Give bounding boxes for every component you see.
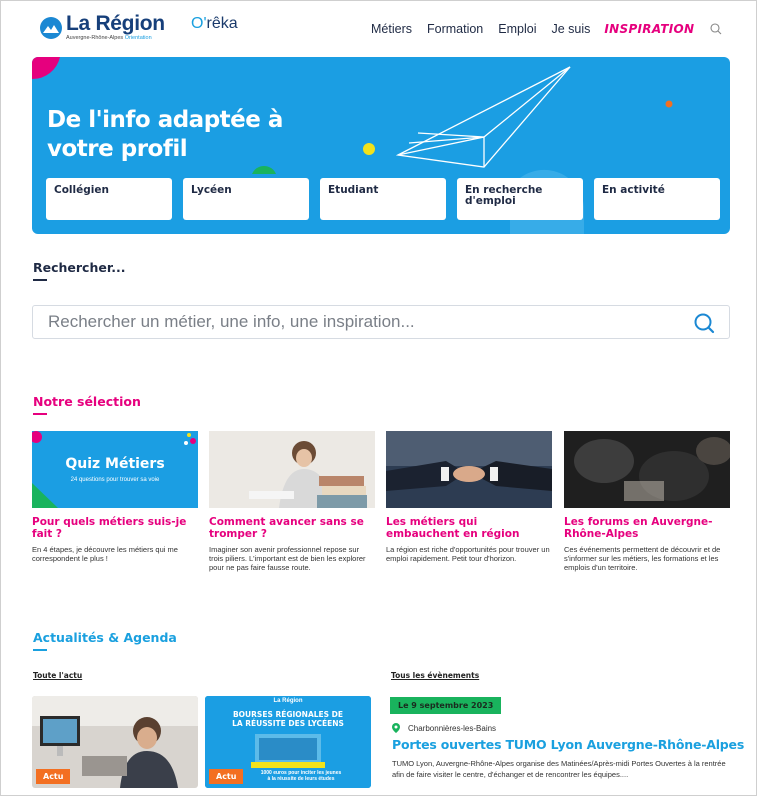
selection-card-quiz[interactable]: Quiz Métiers 24 questions pour trouver s… (32, 431, 198, 563)
poster-logo: La Région (273, 698, 303, 704)
search-title-underline (33, 279, 47, 281)
la-region-logo[interactable]: La Région Auvergne-Rhône-Alpes Orientati… (40, 12, 165, 42)
all-news-link[interactable]: Toute l'actu (33, 671, 82, 680)
all-events-link[interactable]: Tous les évènements (391, 671, 479, 680)
logo-title: La Région (66, 12, 165, 35)
selection-card-desc: En 4 étapes, je découvre les métiers qui… (32, 545, 178, 563)
event-location-text: Charbonnières-les-Bains (408, 723, 497, 733)
event-date-badge: Le 9 septembre 2023 (390, 697, 502, 714)
event-title[interactable]: Portes ouvertes TUMO Lyon Auvergne-Rhône… (392, 737, 744, 752)
poster-subtitle: 1000 euros pour inciter les jeunes à la … (260, 770, 342, 782)
quiz-subtitle: 24 questions pour trouver sa voie (70, 477, 160, 483)
selection-card-desc: La région est riche d'opportunités pour … (386, 545, 550, 563)
nav-inspiration[interactable]: INSPIRATION (604, 22, 694, 36)
selection-card-avancer[interactable]: Comment avancer sans se tromper ? Imagin… (209, 431, 375, 572)
profile-cards: Collégien Lycéen Etudiant En recherche d… (46, 178, 730, 220)
quiz-title: Quiz Métiers (65, 456, 165, 472)
news-card-bourses[interactable]: La Région BOURSES RÉGIONALES DE LA RÉUSS… (205, 696, 371, 788)
search-section-title: Rechercher... (33, 260, 126, 275)
selection-card-desc: Ces événements permettent de découvrir e… (564, 545, 721, 572)
nav-emploi[interactable]: Emploi (498, 22, 536, 36)
selection-card-desc: Imaginer son avenir professionnel repose… (209, 545, 366, 572)
selection-card-title: Les métiers qui embauchent en région (386, 516, 520, 540)
selection-card-title: Comment avancer sans se tromper ? (209, 516, 364, 540)
selection-title: Notre sélection (33, 394, 141, 409)
location-pin-icon (392, 723, 400, 733)
oreka-logo[interactable]: O'rêka (191, 15, 238, 33)
news-section-title: Actualités & Agenda (33, 630, 177, 645)
profile-en-activite[interactable]: En activité (594, 178, 720, 220)
search-box (32, 305, 730, 339)
nav-je-suis[interactable]: Je suis (551, 22, 590, 36)
logo-subtitle-accent: Orientation (124, 35, 152, 41)
selection-card-title: Pour quels métiers suis-je fait ? (32, 516, 187, 540)
logo-subtitle: Auvergne-Rhône-Alpes (66, 35, 124, 41)
nav-metiers[interactable]: Métiers (371, 22, 412, 36)
news-badge: Actu (209, 769, 244, 784)
selection-card-embauchent[interactable]: Les métiers qui embauchent en région La … (386, 431, 552, 563)
event-location: Charbonnières-les-Bains (392, 723, 496, 733)
search-submit-icon[interactable] (693, 312, 715, 334)
news-badge: Actu (36, 769, 71, 784)
hero-banner: De l'info adaptée à votre profil Collégi… (32, 57, 730, 234)
poster-title: BOURSES RÉGIONALES DE LA RÉUSSITE DES LY… (232, 710, 344, 728)
selection-card-forums[interactable]: Les forums en Auvergne-Rhône-Alpes Ces é… (564, 431, 730, 572)
logo-mountain-icon (40, 17, 62, 39)
hero-title: De l'info adaptée à votre profil (47, 107, 283, 162)
search-icon[interactable] (710, 23, 722, 35)
news-title-underline (33, 649, 47, 651)
news-card-computers[interactable]: Actu (32, 696, 198, 788)
search-input[interactable] (33, 306, 673, 338)
forum-audience-image (564, 431, 730, 508)
profile-en-recherche[interactable]: En recherche d'emploi (457, 178, 583, 220)
handshake-image (386, 431, 552, 508)
profile-etudiant[interactable]: Etudiant (320, 178, 446, 220)
site-header: La Région Auvergne-Rhône-Alpes Orientati… (0, 0, 757, 52)
nav-formation[interactable]: Formation (427, 22, 483, 36)
oreka-suffix: rêka (206, 15, 238, 32)
profile-collegien[interactable]: Collégien (46, 178, 172, 220)
main-nav: Métiers Formation Emploi Je suis INSPIRA… (371, 22, 722, 36)
student-books-image (209, 431, 375, 508)
selection-card-title: Les forums en Auvergne-Rhône-Alpes (564, 516, 713, 540)
oreka-prefix: O' (191, 15, 207, 32)
event-description: TUMO Lyon, Auvergne-Rhône-Alpes organise… (392, 759, 726, 779)
selection-title-underline (33, 413, 47, 415)
profile-lyceen[interactable]: Lycéen (183, 178, 309, 220)
quiz-image: Quiz Métiers 24 questions pour trouver s… (32, 431, 198, 508)
